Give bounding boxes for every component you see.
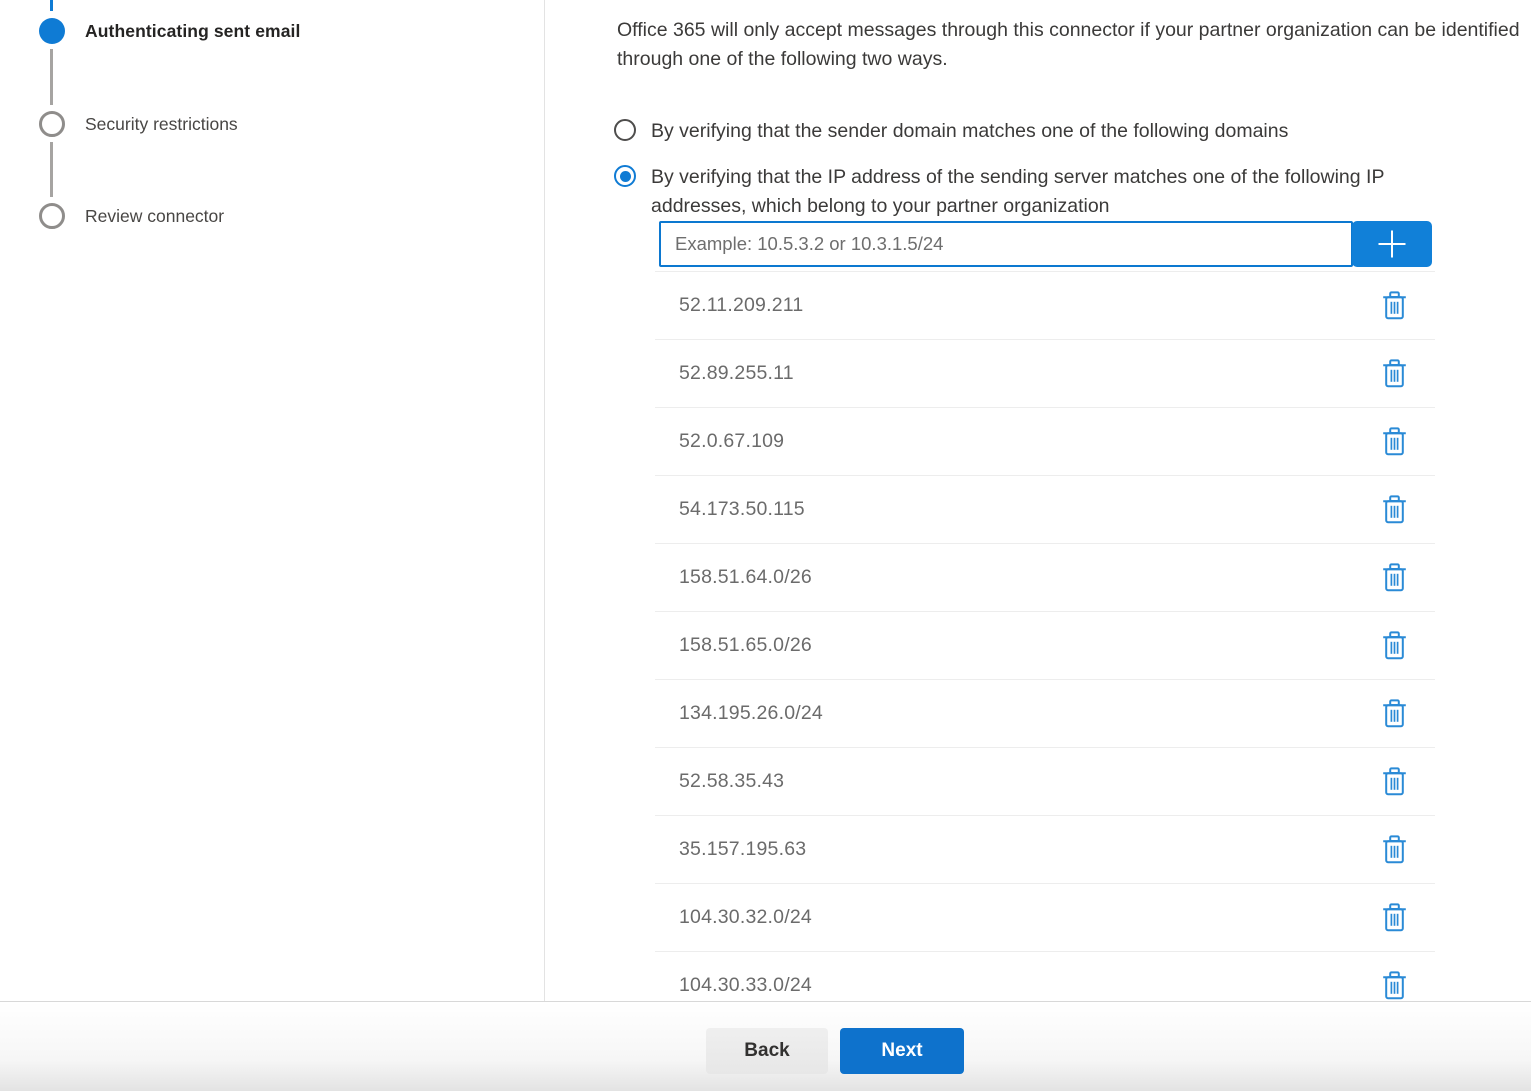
ip-address-text: 35.157.195.63 — [655, 838, 806, 861]
trash-icon — [1382, 563, 1407, 592]
radio-selected-icon[interactable] — [614, 165, 636, 187]
trash-icon — [1382, 971, 1407, 1000]
radio-option-sender-domain[interactable]: By verifying that the sender domain matc… — [614, 117, 1473, 146]
ip-list-item: 104.30.32.0/24 — [655, 884, 1435, 952]
delete-ip-button[interactable] — [1380, 765, 1409, 798]
next-button[interactable]: Next — [840, 1028, 964, 1074]
ip-list-item: 52.0.67.109 — [655, 408, 1435, 476]
trash-icon — [1382, 835, 1407, 864]
ip-list-item: 52.89.255.11 — [655, 340, 1435, 408]
delete-ip-button[interactable] — [1380, 629, 1409, 662]
delete-ip-button[interactable] — [1380, 901, 1409, 934]
wizard-content: Office 365 will only accept messages thr… — [0, 0, 1531, 1001]
ip-list-item: 52.11.209.211 — [655, 272, 1435, 340]
delete-ip-button[interactable] — [1380, 561, 1409, 594]
ip-address-text: 104.30.32.0/24 — [655, 906, 812, 929]
wizard-footer: Back Next — [0, 1001, 1531, 1091]
ip-list-item: 134.195.26.0/24 — [655, 680, 1435, 748]
ip-address-text: 134.195.26.0/24 — [655, 702, 823, 725]
add-ip-button[interactable] — [1352, 221, 1432, 267]
ip-address-text: 54.173.50.115 — [655, 498, 805, 521]
ip-address-input[interactable] — [659, 221, 1353, 267]
delete-ip-button[interactable] — [1380, 493, 1409, 526]
intro-text: Office 365 will only accept messages thr… — [617, 16, 1529, 73]
ip-address-text: 104.30.33.0/24 — [655, 974, 812, 997]
delete-ip-button[interactable] — [1380, 425, 1409, 458]
ip-list-item: 35.157.195.63 — [655, 816, 1435, 884]
radio-option-ip-address[interactable]: By verifying that the IP address of the … — [614, 163, 1473, 220]
connector-wizard-page: Authenticating sent email Security restr… — [0, 0, 1531, 1091]
delete-ip-button[interactable] — [1380, 289, 1409, 322]
delete-ip-button[interactable] — [1380, 697, 1409, 730]
ip-address-text: 52.11.209.211 — [655, 294, 803, 317]
ip-list-item: 52.58.35.43 — [655, 748, 1435, 816]
trash-icon — [1382, 631, 1407, 660]
delete-ip-button[interactable] — [1380, 969, 1409, 1002]
delete-ip-button[interactable] — [1380, 833, 1409, 866]
ip-list-item: 158.51.64.0/26 — [655, 544, 1435, 612]
trash-icon — [1382, 291, 1407, 320]
radio-unselected-icon[interactable] — [614, 119, 636, 141]
ip-address-text: 158.51.65.0/26 — [655, 634, 812, 657]
ip-address-list: 52.11.209.211 52.89.255.11 — [655, 271, 1435, 1020]
radio-option-ip-address-label: By verifying that the IP address of the … — [651, 163, 1473, 220]
back-button[interactable]: Back — [706, 1028, 828, 1074]
trash-icon — [1382, 767, 1407, 796]
ip-address-text: 158.51.64.0/26 — [655, 566, 812, 589]
ip-address-text: 52.0.67.109 — [655, 430, 784, 453]
ip-address-text: 52.89.255.11 — [655, 362, 794, 385]
ip-list-item: 158.51.65.0/26 — [655, 612, 1435, 680]
radio-option-sender-domain-label: By verifying that the sender domain matc… — [651, 117, 1473, 146]
plus-icon — [1375, 227, 1409, 261]
trash-icon — [1382, 699, 1407, 728]
trash-icon — [1382, 359, 1407, 388]
trash-icon — [1382, 495, 1407, 524]
ip-address-text: 52.58.35.43 — [655, 770, 784, 793]
trash-icon — [1382, 903, 1407, 932]
delete-ip-button[interactable] — [1380, 357, 1409, 390]
trash-icon — [1382, 427, 1407, 456]
ip-list-item: 54.173.50.115 — [655, 476, 1435, 544]
